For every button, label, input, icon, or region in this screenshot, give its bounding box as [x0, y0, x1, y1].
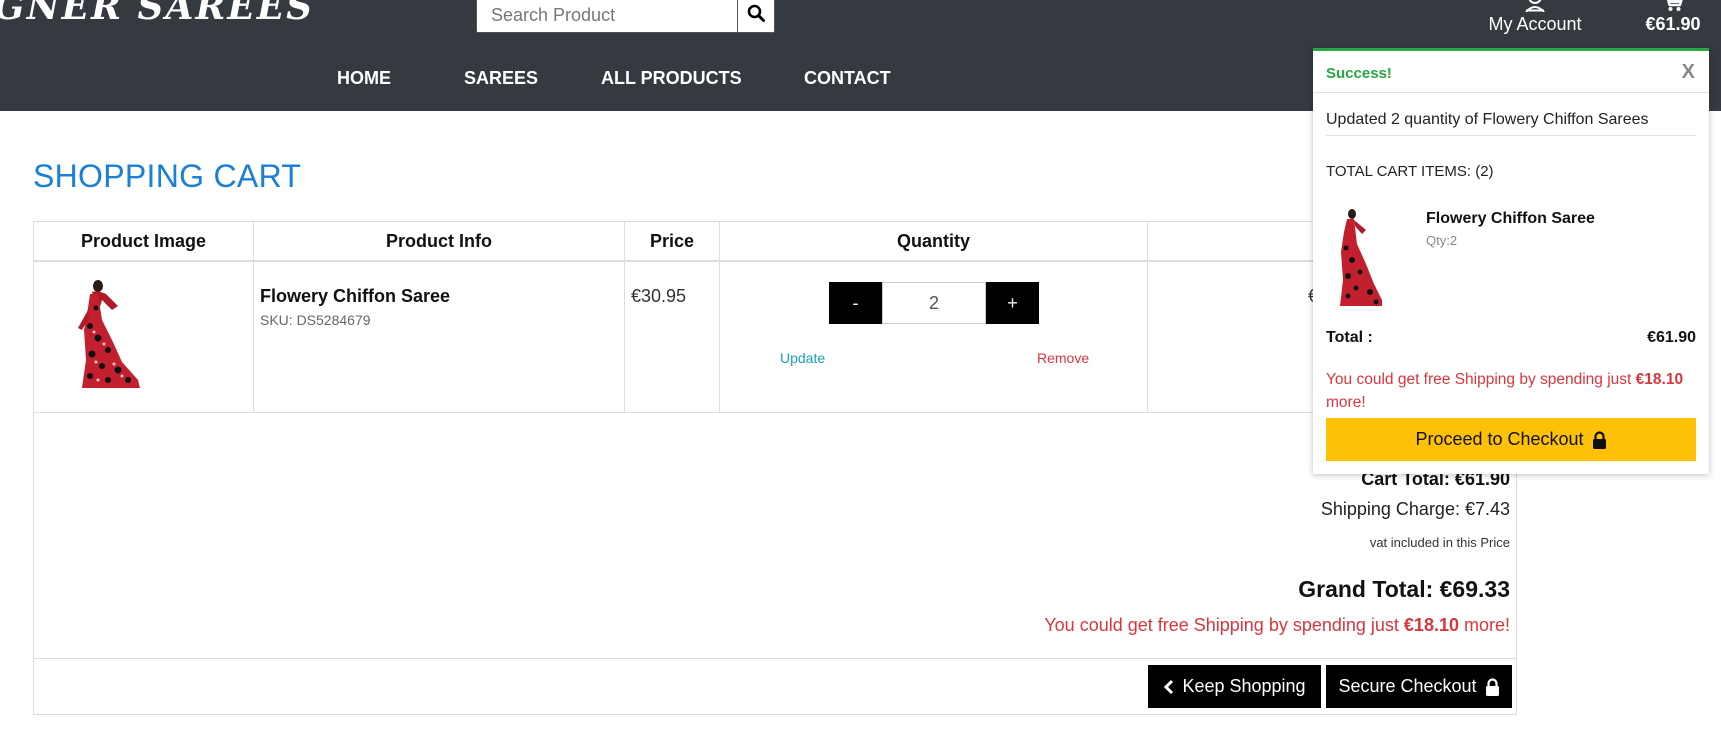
- popup-total-value: €61.90: [1647, 329, 1696, 346]
- nav-home[interactable]: HOME: [337, 68, 391, 89]
- increase-quantity-button[interactable]: +: [986, 282, 1039, 324]
- shipping-charge: Shipping Charge: €7.43: [1320, 499, 1510, 519]
- cart-table: Product Image Product Info Price Quantit…: [33, 221, 1517, 715]
- popup-free-shipping-amount: €18.10: [1635, 371, 1684, 388]
- popup-product-image: [1340, 209, 1382, 306]
- table-header: Product Image Product Info Price Quantit…: [34, 222, 1516, 262]
- popup-total-label: Total :: [1326, 329, 1373, 346]
- product-sku: SKU: DS5284679: [260, 312, 371, 328]
- my-account-label: My Account: [1488, 14, 1582, 34]
- search-button[interactable]: [737, 0, 774, 32]
- vat-note: vat included in this Price: [1369, 535, 1510, 550]
- cart-actions: Keep Shopping Secure Checkout: [34, 659, 1516, 714]
- my-account-link[interactable]: My Account: [1480, 0, 1590, 35]
- user-icon: [1480, 0, 1590, 12]
- cart-icon: [1628, 0, 1718, 12]
- search-bar: [476, 0, 775, 33]
- quantity-input[interactable]: [882, 282, 986, 324]
- keep-shopping-button[interactable]: Keep Shopping: [1148, 665, 1321, 708]
- header-quantity: Quantity: [720, 222, 1148, 260]
- popup-status: Success!: [1326, 65, 1392, 82]
- cart-update-popup: Success! X Updated 2 quantity of Flowery…: [1313, 48, 1709, 474]
- nav-contact[interactable]: CONTACT: [804, 68, 891, 89]
- product-image[interactable]: [68, 280, 148, 392]
- popup-divider: [1326, 135, 1696, 136]
- table-row: Flowery Chiffon Saree SKU: DS5284679 €30…: [34, 262, 1516, 413]
- header-product-info: Product Info: [254, 222, 625, 260]
- brand-logo[interactable]: GNER SAREES: [0, 0, 314, 28]
- search-input[interactable]: [477, 0, 737, 32]
- header-cart-amount: €61.90: [1645, 14, 1701, 34]
- popup-total-items: TOTAL CART ITEMS: (2): [1326, 163, 1494, 180]
- page-title: SHOPPING CART: [33, 158, 302, 194]
- chevron-left-icon: [1164, 679, 1174, 694]
- header-price: Price: [625, 222, 720, 260]
- header-cart-link[interactable]: €61.90: [1628, 0, 1718, 35]
- lock-icon: [1485, 677, 1499, 696]
- secure-checkout-button[interactable]: Secure Checkout: [1326, 665, 1512, 708]
- popup-product-qty: Qty:2: [1426, 233, 1458, 248]
- cart-summary: Cart Total: €61.90 Shipping Charge: €7.4…: [34, 413, 1516, 659]
- product-name[interactable]: Flowery Chiffon Saree: [260, 286, 450, 307]
- proceed-to-checkout-button[interactable]: Proceed to Checkout: [1326, 418, 1696, 461]
- update-link[interactable]: Update: [780, 350, 825, 366]
- popup-close-button[interactable]: X: [1682, 61, 1695, 84]
- free-shipping-note: You could get free Shipping by spending …: [1044, 615, 1510, 635]
- product-price: €30.95: [631, 286, 687, 306]
- popup-product-name[interactable]: Flowery Chiffon Saree: [1426, 210, 1595, 228]
- header-product-image: Product Image: [34, 222, 254, 260]
- nav-sarees[interactable]: SAREES: [464, 68, 538, 89]
- nav-all-products[interactable]: ALL PRODUCTS: [601, 68, 742, 89]
- popup-message: Updated 2 quantity of Flowery Chiffon Sa…: [1326, 111, 1649, 128]
- popup-header: Success! X: [1313, 51, 1709, 93]
- grand-total: Grand Total: €69.33: [1298, 576, 1510, 602]
- free-shipping-amount: €18.10: [1403, 615, 1459, 635]
- decrease-quantity-button[interactable]: -: [829, 282, 882, 324]
- popup-free-shipping-note: You could get free Shipping by spending …: [1326, 371, 1684, 411]
- quantity-stepper: - +: [829, 282, 1039, 324]
- remove-link[interactable]: Remove: [1037, 350, 1089, 366]
- lock-icon: [1592, 430, 1606, 449]
- search-icon: [747, 4, 765, 22]
